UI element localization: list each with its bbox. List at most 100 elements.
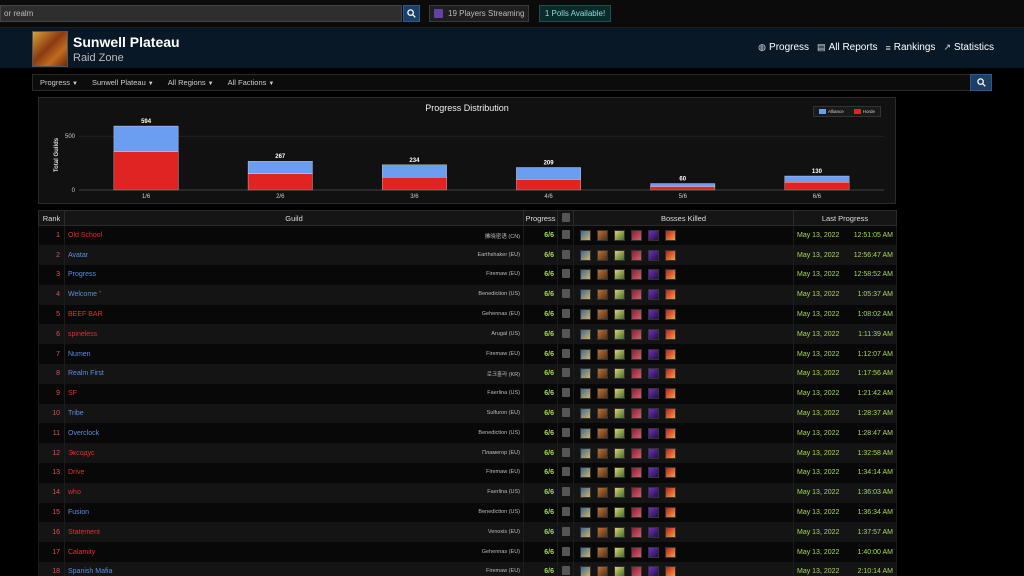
eredar-twins-icon[interactable]	[631, 368, 642, 380]
guild-link[interactable]: Avatar	[68, 252, 88, 259]
guild-link[interactable]: Welcome	[68, 291, 97, 298]
eredar-twins-icon[interactable]	[631, 546, 642, 558]
guild-link[interactable]: Tribe	[68, 410, 84, 417]
kalecgos-icon[interactable]	[580, 566, 591, 576]
eredar-twins-icon[interactable]	[631, 289, 642, 301]
guild-link[interactable]: Overclock	[68, 430, 99, 437]
video-icon[interactable]	[561, 487, 570, 497]
video-icon[interactable]	[561, 546, 570, 556]
realm-label[interactable]: Sulfuron (EU)	[487, 410, 520, 416]
felmyst-icon[interactable]	[614, 309, 625, 321]
kiljaeden-icon[interactable]	[665, 526, 676, 538]
kiljaeden-icon[interactable]	[665, 348, 676, 360]
felmyst-icon[interactable]	[614, 507, 625, 519]
muru-icon[interactable]	[648, 507, 659, 519]
brutallus-icon[interactable]	[597, 230, 608, 242]
muru-icon[interactable]	[648, 546, 659, 558]
realm-label[interactable]: Пламегор (EU)	[482, 450, 520, 456]
video-icon[interactable]	[561, 526, 570, 536]
realm-label[interactable]: Faerlina (US)	[487, 489, 520, 495]
felmyst-icon[interactable]	[614, 487, 625, 499]
nav-progress[interactable]: ◍ Progress	[758, 42, 809, 53]
global-search-button[interactable]	[403, 5, 420, 22]
felmyst-icon[interactable]	[614, 526, 625, 538]
realm-label[interactable]: Firemaw (EU)	[486, 568, 520, 574]
brutallus-icon[interactable]	[597, 388, 608, 400]
kalecgos-icon[interactable]	[580, 487, 591, 499]
video-icon[interactable]	[561, 388, 570, 398]
col-progress[interactable]: Progress	[523, 210, 558, 226]
brutallus-icon[interactable]	[597, 566, 608, 576]
realm-label[interactable]: Earthshaker (EU)	[478, 252, 521, 258]
video-icon[interactable]	[561, 230, 570, 240]
eredar-twins-icon[interactable]	[631, 427, 642, 439]
felmyst-icon[interactable]	[614, 348, 625, 360]
guild-link[interactable]: spineless	[68, 331, 97, 338]
filter-view-dropdown[interactable]: Progress ▼	[33, 78, 85, 87]
brutallus-icon[interactable]	[597, 526, 608, 538]
kalecgos-icon[interactable]	[580, 507, 591, 519]
video-icon[interactable]	[561, 566, 570, 576]
eredar-twins-icon[interactable]	[631, 328, 642, 340]
realm-label[interactable]: Benediction (US)	[478, 291, 520, 297]
polls-button[interactable]: 1 Polls Available!	[539, 5, 611, 22]
realm-label[interactable]: Firemaw (EU)	[486, 469, 520, 475]
muru-icon[interactable]	[648, 269, 659, 281]
brutallus-icon[interactable]	[597, 368, 608, 380]
kalecgos-icon[interactable]	[580, 289, 591, 301]
brutallus-icon[interactable]	[597, 328, 608, 340]
filter-region-dropdown[interactable]: All Regions ▼	[161, 78, 221, 87]
eredar-twins-icon[interactable]	[631, 230, 642, 242]
kiljaeden-icon[interactable]	[665, 566, 676, 576]
kalecgos-icon[interactable]	[580, 526, 591, 538]
brutallus-icon[interactable]	[597, 289, 608, 301]
felmyst-icon[interactable]	[614, 566, 625, 576]
realm-label[interactable]: 로크홀라 (KR)	[487, 370, 520, 378]
felmyst-icon[interactable]	[614, 427, 625, 439]
brutallus-icon[interactable]	[597, 249, 608, 261]
kalecgos-icon[interactable]	[580, 467, 591, 479]
kalecgos-icon[interactable]	[580, 309, 591, 321]
guild-link[interactable]: Statement	[68, 529, 100, 536]
nav-all-reports[interactable]: ▤ All Reports	[817, 42, 877, 53]
filter-zone-dropdown[interactable]: Sunwell Plateau ▼	[85, 78, 161, 87]
guild-link[interactable]: Spanish Mafia	[68, 568, 112, 575]
realm-label[interactable]: Venoxis (EU)	[488, 529, 520, 535]
eredar-twins-icon[interactable]	[631, 507, 642, 519]
brutallus-icon[interactable]	[597, 467, 608, 479]
guild-link[interactable]: who	[68, 489, 81, 496]
brutallus-icon[interactable]	[597, 487, 608, 499]
kalecgos-icon[interactable]	[580, 427, 591, 439]
muru-icon[interactable]	[648, 328, 659, 340]
realm-label[interactable]: Gehennas (EU)	[482, 311, 520, 317]
players-streaming-button[interactable]: 19 Players Streaming	[429, 5, 529, 22]
kalecgos-icon[interactable]	[580, 388, 591, 400]
kiljaeden-icon[interactable]	[665, 230, 676, 242]
eredar-twins-icon[interactable]	[631, 566, 642, 576]
felmyst-icon[interactable]	[614, 546, 625, 558]
felmyst-icon[interactable]	[614, 368, 625, 380]
muru-icon[interactable]	[648, 526, 659, 538]
brutallus-icon[interactable]	[597, 309, 608, 321]
kiljaeden-icon[interactable]	[665, 328, 676, 340]
kiljaeden-icon[interactable]	[665, 408, 676, 420]
brutallus-icon[interactable]	[597, 546, 608, 558]
kalecgos-icon[interactable]	[580, 546, 591, 558]
kiljaeden-icon[interactable]	[665, 546, 676, 558]
muru-icon[interactable]	[648, 408, 659, 420]
muru-icon[interactable]	[648, 289, 659, 301]
muru-icon[interactable]	[648, 566, 659, 576]
kiljaeden-icon[interactable]	[665, 309, 676, 321]
kiljaeden-icon[interactable]	[665, 368, 676, 380]
brutallus-icon[interactable]	[597, 427, 608, 439]
guild-link[interactable]: BEEF BAR	[68, 311, 103, 318]
guild-link[interactable]: SF	[68, 390, 77, 397]
guild-link[interactable]: Old School	[68, 232, 102, 239]
realm-label[interactable]: 拂晓密语 (CN)	[485, 232, 520, 240]
eredar-twins-icon[interactable]	[631, 348, 642, 360]
video-icon[interactable]	[561, 408, 570, 418]
muru-icon[interactable]	[648, 487, 659, 499]
realm-label[interactable]: Firemaw (EU)	[486, 351, 520, 357]
felmyst-icon[interactable]	[614, 269, 625, 281]
muru-icon[interactable]	[648, 348, 659, 360]
